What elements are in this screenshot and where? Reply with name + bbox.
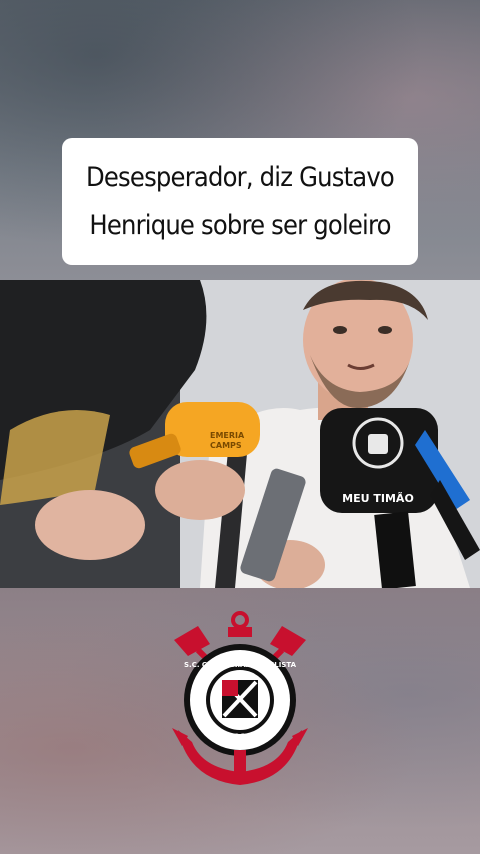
logo-year: 1910 — [227, 733, 252, 743]
orange-mic-label-2: CAMPS — [210, 441, 242, 450]
logo-ring-text: S.C. CORINTHIANS PAULISTA — [184, 661, 297, 669]
caption-box: Desesperador, diz Gustavo Henrique sobre… — [62, 138, 418, 265]
caption-text: Desesperador, diz Gustavo Henrique sobre… — [86, 154, 395, 250]
interview-scene: EMERIA CAMPS MEU TIMÃO — [0, 280, 480, 588]
black-mic-label: MEU TIMÃO — [342, 492, 414, 505]
interview-video-frame[interactable]: EMERIA CAMPS MEU TIMÃO — [0, 280, 480, 588]
orange-mic-label-1: EMERIA — [210, 431, 245, 440]
caption-line-1: Desesperador, diz Gustavo — [86, 161, 395, 193]
caption-line-2: Henrique sobre ser goleiro — [89, 209, 391, 241]
corinthians-logo: S.C. CORINTHIANS PAULISTA 1910 — [172, 611, 308, 785]
